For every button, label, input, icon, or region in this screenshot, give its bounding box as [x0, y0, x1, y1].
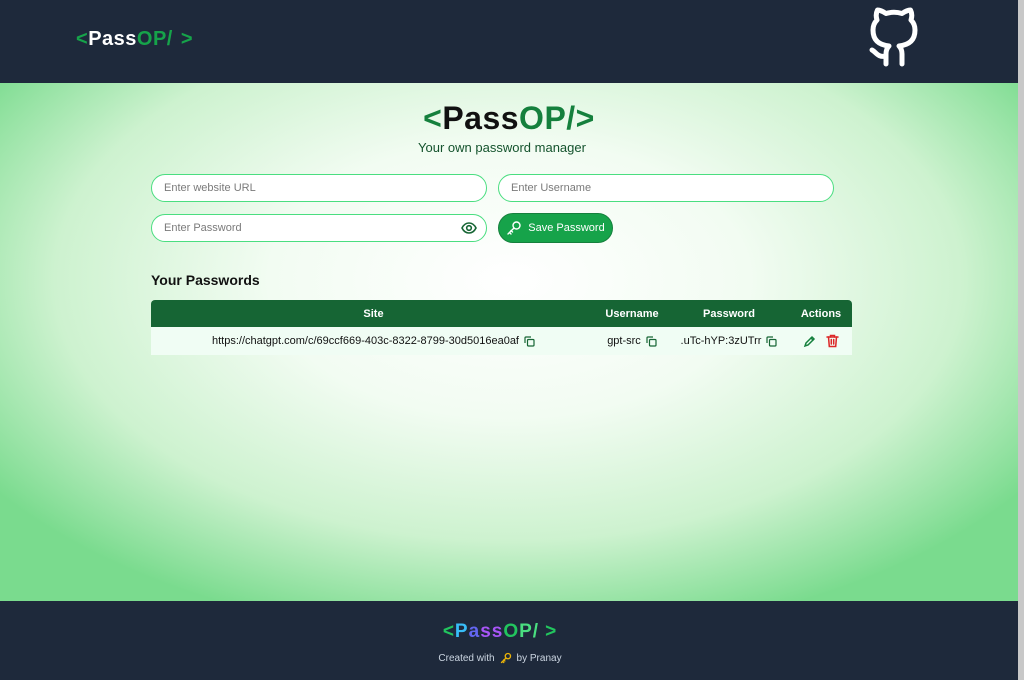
show-password-toggle[interactable] — [461, 221, 477, 235]
key-icon — [507, 221, 521, 235]
navbar: < Pass OP/ > — [0, 0, 1018, 83]
footer-logo-o: O — [503, 621, 520, 642]
row-username: gpt-src — [607, 335, 641, 347]
copy-username-button[interactable] — [646, 335, 657, 347]
row-password: .uTc-hYP:3zUTrr — [680, 335, 762, 347]
website-url-input[interactable] — [151, 174, 487, 202]
logo-op: OP/ — [136, 28, 173, 50]
logo-open-bracket: < — [76, 28, 89, 50]
username-input[interactable] — [498, 174, 834, 202]
hero-logo-open: < — [423, 100, 443, 136]
copy-icon — [646, 335, 657, 347]
key-icon — [500, 652, 511, 664]
column-header-username: Username — [605, 307, 659, 320]
github-icon — [869, 7, 918, 67]
nav-logo[interactable]: < Pass OP/ > — [76, 28, 193, 51]
column-header-site: Site — [363, 307, 384, 320]
edit-button[interactable] — [803, 335, 816, 348]
passwords-table: Site Username Password Actions https://c… — [151, 300, 852, 355]
footer-logo-slash: / — [532, 621, 540, 642]
trash-icon — [826, 334, 839, 348]
logo-close-bracket: > — [180, 28, 194, 50]
hero-logo: <PassOP/> — [0, 100, 1018, 137]
credit-after: by Pranay — [516, 652, 562, 664]
column-header-password: Password — [703, 307, 755, 320]
copy-site-button[interactable] — [524, 335, 535, 347]
row-site-link[interactable]: https://chatgpt.com/c/69ccf669-403c-8322… — [212, 335, 519, 347]
edit-icon — [803, 335, 816, 347]
footer-credit: Created with by Pranay — [0, 652, 1000, 664]
save-button-label: Save Password — [528, 222, 605, 234]
password-field — [151, 214, 487, 242]
footer-logo-p: P — [454, 621, 469, 642]
hero-logo-pass: Pass — [442, 100, 520, 136]
hero-logo-close: > — [575, 100, 595, 136]
github-button[interactable] — [862, 4, 926, 70]
copy-icon — [524, 335, 535, 347]
column-header-actions: Actions — [800, 307, 842, 320]
logo-pass: Pass — [88, 28, 137, 50]
copy-icon — [766, 335, 778, 347]
footer-logo-ss: ss — [480, 621, 504, 642]
delete-button[interactable] — [826, 334, 839, 348]
table-row: https://chatgpt.com/c/69ccf669-403c-8322… — [151, 327, 852, 355]
credit-before: Created with — [438, 652, 495, 664]
hero-logo-op: OP/ — [519, 100, 576, 136]
footer-logo-lt: < — [442, 621, 455, 642]
table-header: Site Username Password Actions — [151, 300, 852, 327]
scrollbar-thumb[interactable] — [1018, 0, 1024, 680]
copy-password-button[interactable] — [766, 335, 778, 347]
eye-icon — [461, 222, 477, 234]
row-site-cell: https://chatgpt.com/c/69ccf669-403c-8322… — [151, 327, 596, 355]
password-input[interactable] — [151, 214, 487, 242]
footer: <PassOP/> Created with by Pranay — [0, 601, 1018, 680]
row-password-cell: .uTc-hYP:3zUTrr — [668, 327, 790, 355]
footer-logo-a: a — [468, 621, 481, 642]
passwords-heading: Your Passwords — [151, 272, 260, 288]
save-password-button[interactable]: Save Password — [498, 213, 613, 243]
footer-logo: <PassOP/> — [0, 621, 1000, 643]
footer-logo-gt: > — [545, 621, 558, 642]
main-content: <PassOP/> Your own password manager Save… — [0, 83, 1018, 601]
row-actions-cell — [790, 327, 852, 355]
row-username-cell: gpt-src — [596, 327, 668, 355]
tagline: Your own password manager — [418, 140, 586, 155]
footer-logo-p2: P — [519, 621, 533, 642]
